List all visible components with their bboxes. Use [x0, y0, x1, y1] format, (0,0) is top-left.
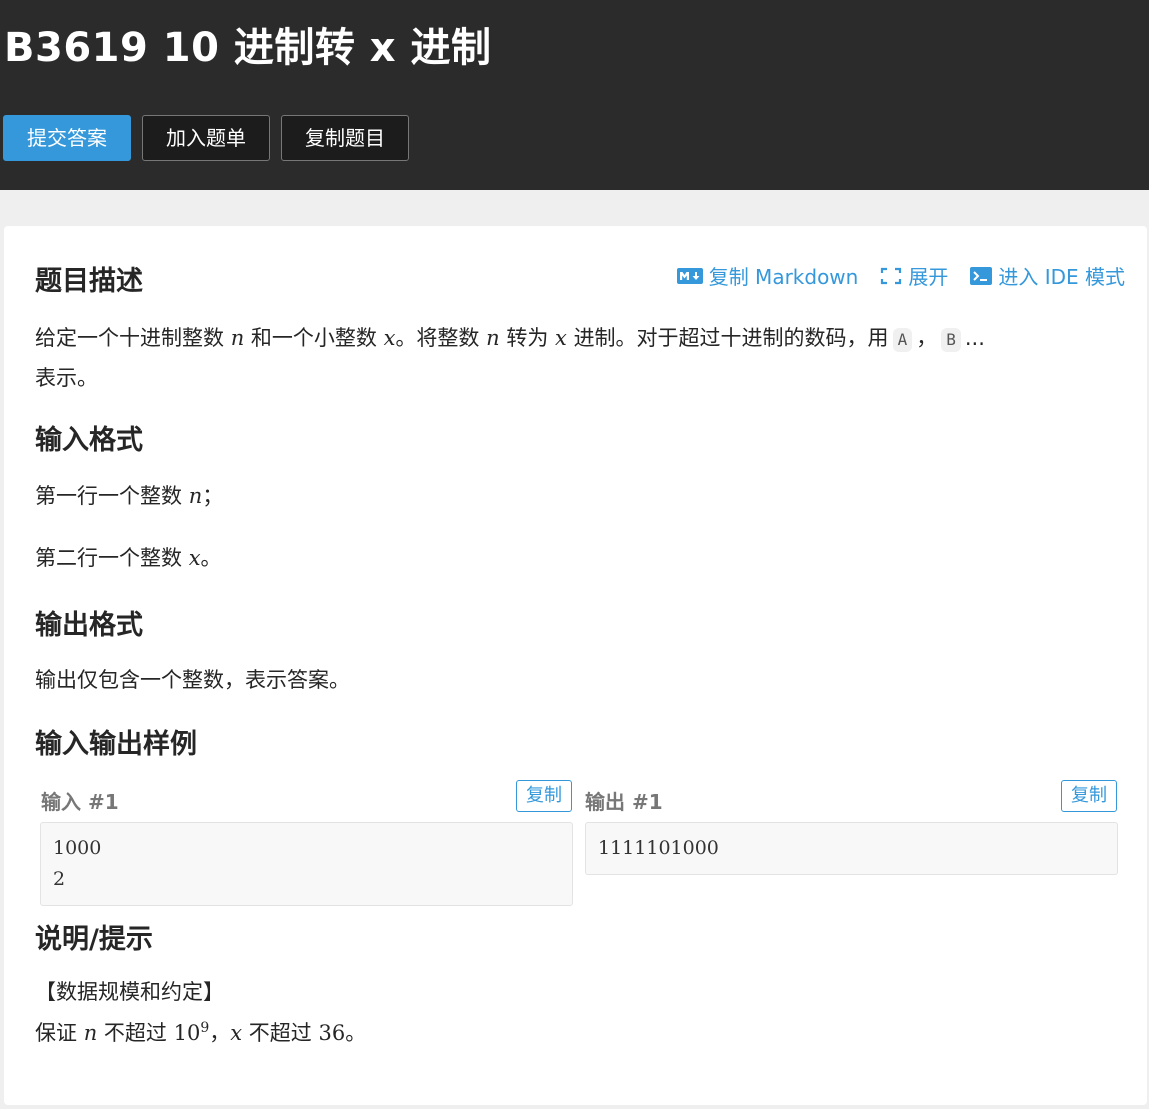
desc-text-3: 。将整数 — [395, 326, 480, 350]
problem-title: B3619 10 进制转 x 进制 — [4, 25, 492, 71]
hint-heading: 说明/提示 — [35, 924, 153, 955]
sample-input-label: 输入 #1 — [41, 790, 119, 814]
code-a: A — [892, 328, 913, 352]
desc-text-5: 进制。对于超过十进制的数码，用 — [573, 326, 889, 350]
hint-text-b: 不超过 — [103, 1021, 167, 1045]
input-line-2: 第二行一个整数 x。 — [35, 538, 222, 578]
copy-markdown-label: 复制 Markdown — [708, 265, 859, 289]
expand-label: 展开 — [908, 265, 949, 289]
markdown-icon — [676, 267, 703, 284]
hint-text-c: ， — [209, 1021, 231, 1045]
math-n: n — [83, 1021, 98, 1045]
math-n: n — [230, 326, 245, 350]
output-format-heading: 输出格式 — [35, 610, 143, 641]
desc-ellipsis: ... — [964, 326, 985, 350]
math-36: 36 — [318, 1021, 346, 1045]
copy-markdown-link[interactable]: 复制 Markdown — [676, 261, 859, 290]
math-x: x — [188, 546, 201, 570]
desc-sep: ， — [916, 326, 938, 350]
header-actions: 提交答案 加入题单 复制题目 — [3, 115, 409, 161]
desc-text-7: 表示。 — [35, 366, 98, 390]
math-n: n — [486, 326, 500, 350]
hint-text-e: 。 — [345, 1021, 367, 1045]
expand-link[interactable]: 展开 — [880, 261, 948, 290]
description-text: 给定一个十进制整数 n 和一个小整数 x。将整数 n 转为 x 进制。对于超过十… — [35, 318, 1120, 398]
input-line-1-text: 第一行一个整数 — [35, 484, 182, 508]
hint-text: 【数据规模和约定】 保证 n 不超过 109，x 不超过 36。 — [35, 974, 366, 1051]
samples-heading: 输入输出样例 — [35, 729, 197, 760]
hint-text-d: 不超过 — [248, 1021, 312, 1045]
add-to-list-button[interactable]: 加入题单 — [142, 115, 270, 161]
problem-card: 题目描述 复制 Markdown 展开 进入 IDE 模式 给定一个十进制整数 … — [4, 226, 1147, 1105]
input-line-1-end: ； — [202, 484, 224, 508]
sample-input-box: 1000 2 — [40, 822, 573, 906]
math-x: x — [230, 1021, 243, 1045]
problem-header: B3619 10 进制转 x 进制 提交答案 加入题单 复制题目 — [0, 0, 1149, 190]
math-x: x — [555, 326, 567, 350]
output-text: 输出仅包含一个整数，表示答案。 — [35, 668, 350, 692]
terminal-icon — [970, 266, 993, 285]
code-b: B — [941, 328, 961, 352]
input-line-2-end: 。 — [200, 546, 222, 570]
desc-text-4: 转为 — [506, 326, 549, 350]
math-n: n — [188, 484, 203, 508]
copy-input-button[interactable]: 复制 — [516, 780, 572, 812]
math-exponent: 9 — [200, 1020, 210, 1036]
copy-output-button[interactable]: 复制 — [1061, 780, 1117, 812]
hint-line-1: 【数据规模和约定】 — [35, 980, 224, 1004]
description-heading: 题目描述 — [35, 266, 143, 297]
desc-text-2: 和一个小整数 — [250, 326, 377, 350]
ide-mode-label: 进入 IDE 模式 — [998, 265, 1125, 289]
hint-text-a: 保证 — [35, 1021, 77, 1045]
input-line-2-text: 第二行一个整数 — [35, 546, 182, 570]
ide-mode-link[interactable]: 进入 IDE 模式 — [970, 261, 1125, 290]
expand-icon — [881, 267, 902, 284]
desc-text-1: 给定一个十进制整数 — [35, 326, 224, 350]
sample-output-box: 1111101000 — [585, 822, 1118, 875]
sample-output-label: 输出 #1 — [585, 790, 663, 814]
problem-tools: 复制 Markdown 展开 进入 IDE 模式 — [676, 261, 1125, 290]
math-ten: 10 — [173, 1021, 201, 1045]
copy-problem-button[interactable]: 复制题目 — [281, 115, 409, 161]
input-line-1: 第一行一个整数 n； — [35, 476, 223, 516]
input-format-heading: 输入格式 — [35, 425, 143, 456]
math-x: x — [383, 326, 396, 350]
submit-answer-button[interactable]: 提交答案 — [3, 115, 131, 161]
